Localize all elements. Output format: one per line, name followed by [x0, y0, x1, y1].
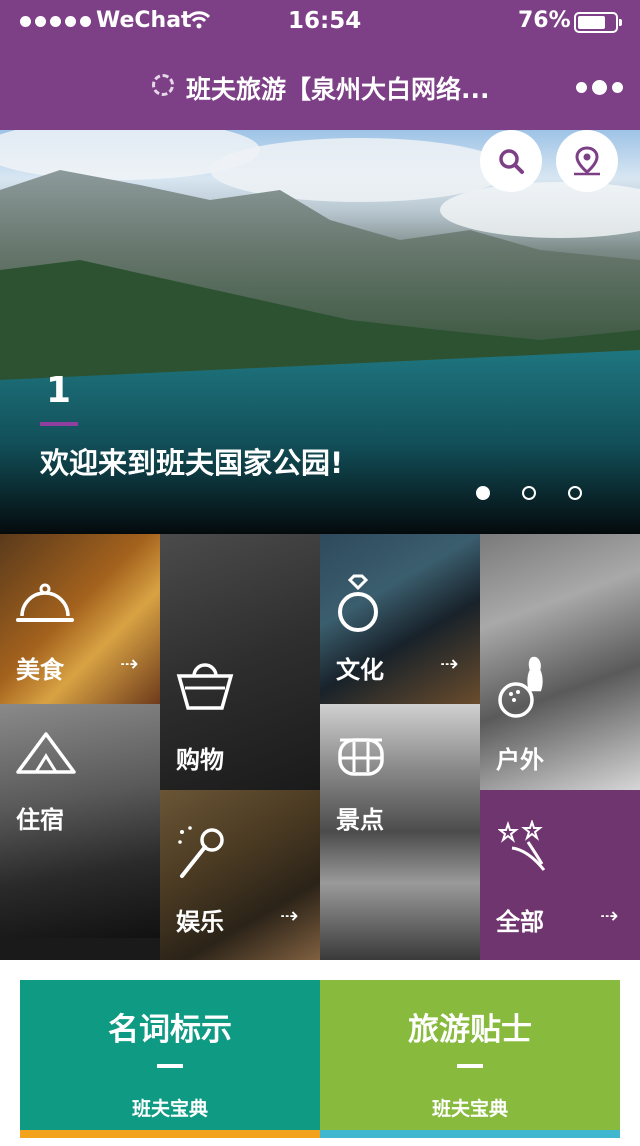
loading-spinner-icon [152, 74, 174, 96]
category-outdoor[interactable]: 户外 [480, 534, 640, 790]
battery-icon [574, 12, 622, 33]
carousel-dot[interactable] [476, 486, 490, 500]
more-options-icon[interactable] [576, 80, 623, 95]
chevron-right-icon: ⇢ [440, 652, 459, 677]
category-sights[interactable]: 景点 [320, 704, 480, 960]
cloche-icon [16, 583, 74, 622]
map-pin-icon [574, 146, 600, 176]
top-bar: WeChat 16:54 76% 班夫旅游【泉州大白网络... [0, 0, 640, 130]
card-divider [157, 1064, 183, 1068]
category-food-label: 美食 [16, 656, 64, 684]
category-sights-label: 景点 [336, 806, 384, 834]
search-icon [499, 149, 524, 174]
slide-caption: 欢迎来到班夫国家公园! [40, 446, 344, 480]
card-title: 名词标示 [108, 1012, 232, 1048]
card-title: 旅游贴士 [408, 1012, 532, 1048]
carousel-dot[interactable] [522, 486, 536, 500]
info-cards: 名词标示 班夫宝典 旅游贴士 班夫宝典 [20, 980, 620, 1138]
chevron-right-icon: ⇢ [280, 904, 299, 929]
category-grid: 美食 ⇢ 购物 文化 ⇢ 户外 住宿 娱乐 ⇢ 景点 全部 ⇢ [0, 534, 640, 960]
card-divider [457, 1064, 483, 1068]
card-travel-tips[interactable]: 旅游贴士 班夫宝典 [320, 980, 620, 1138]
card-subtitle: 班夫宝典 [431, 1098, 508, 1120]
card-glossary[interactable]: 名词标示 班夫宝典 [20, 980, 320, 1138]
category-lodging[interactable]: 住宿 [0, 704, 160, 938]
navigation-bar: 班夫旅游【泉州大白网络... [0, 44, 640, 130]
clock: 16:54 [288, 8, 362, 34]
carousel-indicator [476, 486, 582, 500]
slide-number-underline [40, 422, 78, 426]
card-accent-stripe [20, 1130, 320, 1138]
card-accent-stripe [320, 1130, 620, 1138]
category-shopping-label: 购物 [176, 746, 224, 774]
ring-icon [338, 574, 378, 632]
search-button[interactable] [480, 130, 542, 192]
tent-icon [16, 732, 76, 774]
category-all[interactable]: 全部 ⇢ [480, 790, 640, 960]
shopping-bag-icon [176, 663, 234, 710]
battery-percent: 76% [518, 8, 571, 33]
signal-strength-icon [20, 16, 91, 27]
slide-number: 1 [46, 370, 72, 411]
carousel-dot[interactable] [568, 486, 582, 500]
category-culture-label: 文化 [336, 656, 384, 684]
hero-banner[interactable]: 1 欢迎来到班夫国家公园! [0, 130, 640, 534]
category-food[interactable]: 美食 ⇢ [0, 534, 160, 704]
category-entertainment-label: 娱乐 [176, 908, 224, 936]
location-button[interactable] [556, 130, 618, 192]
fireworks-icon [498, 820, 546, 871]
category-entertainment[interactable]: 娱乐 ⇢ [160, 790, 320, 960]
bowling-icon [498, 656, 543, 718]
category-culture[interactable]: 文化 ⇢ [320, 534, 480, 704]
category-shopping[interactable]: 购物 [160, 534, 320, 790]
category-outdoor-label: 户外 [496, 746, 544, 774]
category-all-label: 全部 [496, 908, 544, 936]
chevron-right-icon: ⇢ [120, 652, 139, 677]
wifi-icon [187, 10, 211, 34]
carrier-name: WeChat [96, 8, 192, 33]
category-lodging-label: 住宿 [16, 806, 64, 834]
status-bar: WeChat 16:54 76% [0, 0, 640, 44]
cable-car-icon [338, 738, 384, 776]
page-title: 班夫旅游【泉州大白网络... [186, 75, 490, 104]
microphone-icon [178, 826, 224, 878]
card-subtitle: 班夫宝典 [131, 1098, 208, 1120]
chevron-right-icon: ⇢ [600, 904, 619, 929]
